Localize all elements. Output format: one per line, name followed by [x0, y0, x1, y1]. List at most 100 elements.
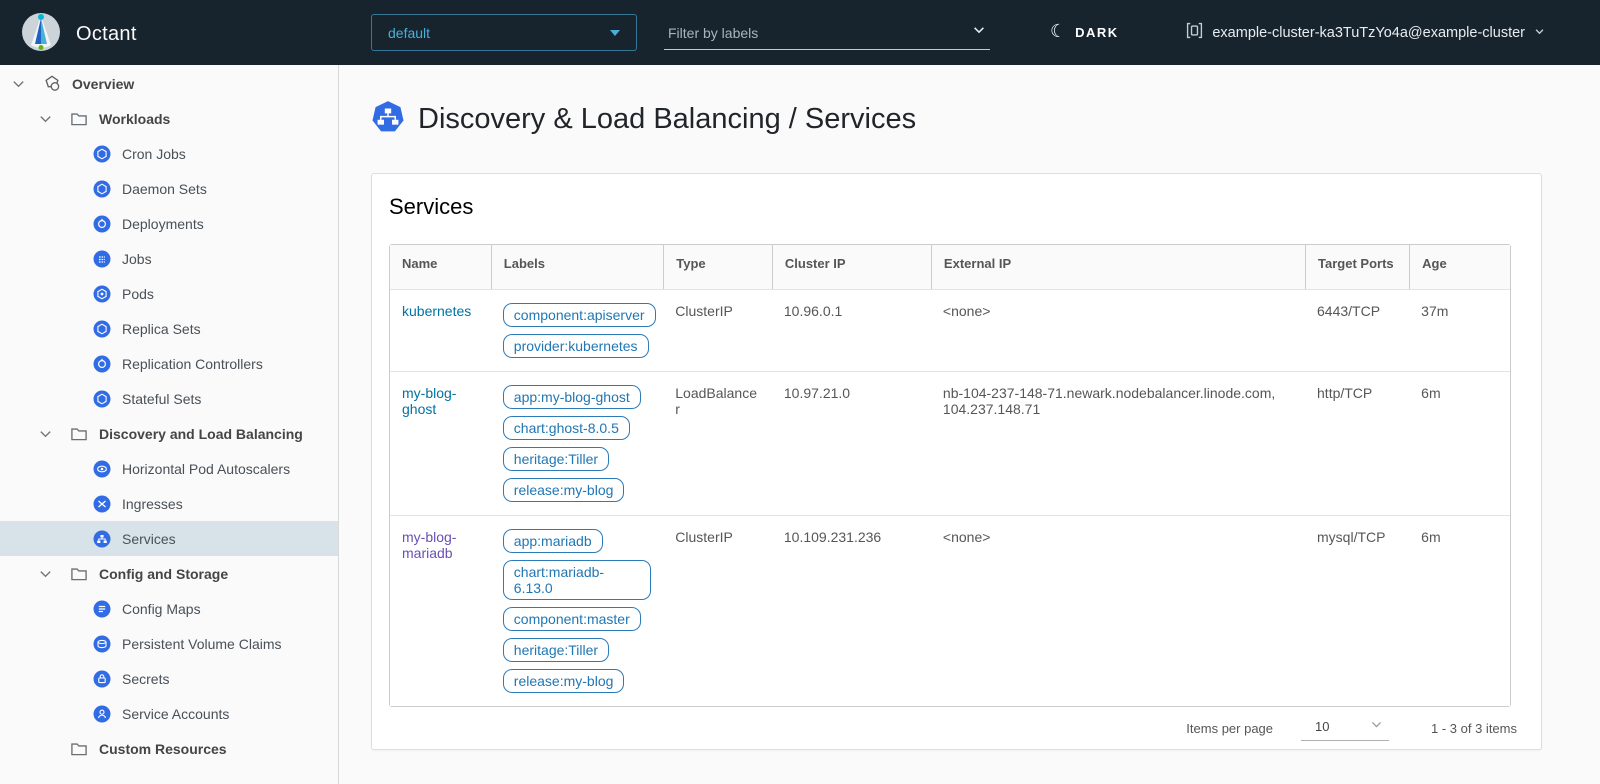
table-row: my-blog-mariadb app:mariadb chart:mariad…	[390, 515, 1510, 706]
label-pill[interactable]: app:mariadb	[503, 529, 603, 553]
cluster-ip-cell: 10.109.231.236	[772, 515, 931, 706]
table-row: my-blog-ghost app:my-blog-ghost chart:gh…	[390, 371, 1510, 515]
sidebar-item-ingresses[interactable]: Ingresses	[0, 486, 338, 521]
label-pill[interactable]: component:master	[503, 607, 641, 631]
services-card: Services Name Labels Type Cluster IP Ext…	[371, 173, 1542, 750]
label-pill[interactable]: heritage:Tiller	[503, 447, 609, 471]
items-per-page-label: Items per page	[1186, 721, 1273, 736]
column-header-age[interactable]: Age	[1409, 245, 1510, 289]
service-link[interactable]: kubernetes	[402, 303, 471, 319]
external-ip-cell: nb-104-237-148-71.newark.nodebalancer.li…	[931, 371, 1305, 515]
sidebar-item-label: Service Accounts	[122, 706, 229, 722]
jobs-icon	[93, 250, 111, 268]
cluster-ip-cell: 10.97.21.0	[772, 371, 931, 515]
sidebar-item-cron-jobs[interactable]: Cron Jobs	[0, 136, 338, 171]
select-chevron-icon	[1370, 718, 1383, 736]
cluster-context-label: example-cluster-ka3TuTzYo4a@example-clus…	[1212, 25, 1525, 41]
age-cell: 6m	[1409, 371, 1510, 515]
sidebar-item-label: Services	[122, 531, 176, 547]
age-cell: 37m	[1409, 289, 1510, 371]
label-pill[interactable]: release:my-blog	[503, 478, 625, 502]
column-header-labels[interactable]: Labels	[491, 245, 663, 289]
namespace-selected-value: default	[388, 25, 430, 41]
secrets-icon	[93, 670, 111, 688]
sidebar-item-label: Secrets	[122, 671, 169, 687]
label-pill[interactable]: chart:ghost-8.0.5	[503, 416, 630, 440]
sidebar-item-stateful-sets[interactable]: Stateful Sets	[0, 381, 338, 416]
folder-icon	[70, 740, 88, 758]
services-table: Name Labels Type Cluster IP External IP …	[389, 244, 1511, 707]
sidebar-item-label: Cron Jobs	[122, 146, 186, 162]
sidebar-item-label: Replication Controllers	[122, 356, 263, 372]
sidebar-item-label: Deployments	[122, 216, 204, 232]
filter-chevron-icon[interactable]	[972, 23, 990, 42]
sidebar-item-jobs[interactable]: Jobs	[0, 241, 338, 276]
sidebar-item-label: Config Maps	[122, 601, 201, 617]
cluster-ip-cell: 10.96.0.1	[772, 289, 931, 371]
target-ports-cell: 6443/TCP	[1305, 289, 1409, 371]
column-header-target-ports[interactable]: Target Ports	[1305, 245, 1409, 289]
service-link[interactable]: my-blog-ghost	[402, 385, 456, 417]
moon-icon: ☾	[1050, 21, 1066, 42]
type-cell: ClusterIP	[663, 515, 772, 706]
cluster-context-selector[interactable]: example-cluster-ka3TuTzYo4a@example-clus…	[1186, 0, 1545, 65]
label-pill[interactable]: chart:mariadb-6.13.0	[503, 560, 651, 600]
sidebar-group-discovery-and-load-balancing[interactable]: Discovery and Load Balancing	[0, 416, 338, 451]
sidebar-item-replica-sets[interactable]: Replica Sets	[0, 311, 338, 346]
label-pill[interactable]: provider:kubernetes	[503, 334, 649, 358]
folder-icon	[70, 565, 88, 583]
label-pill[interactable]: component:apiserver	[503, 303, 656, 327]
column-header-external-ip[interactable]: External IP	[931, 245, 1305, 289]
config-maps-icon	[93, 600, 111, 618]
dark-theme-toggle[interactable]: ☾ DARK	[1050, 0, 1119, 65]
folder-icon	[70, 110, 88, 128]
sidebar-item-config-maps[interactable]: Config Maps	[0, 591, 338, 626]
deployments-icon	[93, 215, 111, 233]
sidebar-item-pods[interactable]: Pods	[0, 276, 338, 311]
replication-controllers-icon	[93, 355, 111, 373]
folder-icon	[70, 425, 88, 443]
external-ip-cell: <none>	[931, 515, 1305, 706]
sidebar-item-label: Workloads	[99, 111, 170, 127]
service-heptagon-icon	[371, 100, 405, 139]
sidebar-group-workloads[interactable]: Workloads	[0, 101, 338, 136]
chevron-down-icon[interactable]	[37, 566, 53, 582]
namespace-dropdown[interactable]: default	[371, 14, 637, 51]
theme-toggle-label: DARK	[1075, 25, 1119, 40]
label-filter-input[interactable]	[664, 25, 972, 41]
column-header-cluster-ip[interactable]: Cluster IP	[772, 245, 931, 289]
chevron-down-icon[interactable]	[37, 426, 53, 442]
overview-icon	[43, 75, 61, 93]
sidebar-item-label: Persistent Volume Claims	[122, 636, 282, 652]
items-per-page-select[interactable]: 10	[1301, 716, 1389, 741]
sidebar-item-label: Custom Resources	[99, 741, 227, 757]
sidebar-item-secrets[interactable]: Secrets	[0, 661, 338, 696]
sidebar-item-services[interactable]: Services	[0, 521, 338, 556]
sidebar-item-service-accounts[interactable]: Service Accounts	[0, 696, 338, 731]
sidebar-item-replication-controllers[interactable]: Replication Controllers	[0, 346, 338, 381]
sidebar-item-persistent-volume-claims[interactable]: Persistent Volume Claims	[0, 626, 338, 661]
table-row: kubernetes component:apiserver provider:…	[390, 289, 1510, 371]
main-content: Discovery & Load Balancing / Services Se…	[339, 65, 1600, 784]
chevron-down-icon[interactable]	[37, 111, 53, 127]
label-pill[interactable]: app:my-blog-ghost	[503, 385, 641, 409]
namespace-caret-icon	[610, 30, 620, 36]
label-filter	[664, 16, 990, 50]
navigation-sidebar: Overview Workloads Cron Jobs Daemon Sets	[0, 65, 339, 784]
sidebar-item-horizontal-pod-autoscalers[interactable]: Horizontal Pod Autoscalers	[0, 451, 338, 486]
sidebar-item-overview[interactable]: Overview	[0, 66, 338, 101]
service-link[interactable]: my-blog-mariadb	[402, 529, 456, 561]
sidebar-item-daemon-sets[interactable]: Daemon Sets	[0, 171, 338, 206]
sidebar-item-deployments[interactable]: Deployments	[0, 206, 338, 241]
target-ports-cell: mysql/TCP	[1305, 515, 1409, 706]
services-icon	[93, 530, 111, 548]
cron-jobs-icon	[93, 145, 111, 163]
column-header-name[interactable]: Name	[390, 245, 491, 289]
sidebar-group-config-and-storage[interactable]: Config and Storage	[0, 556, 338, 591]
ingresses-icon	[93, 495, 111, 513]
chevron-down-icon[interactable]	[10, 76, 26, 92]
sidebar-group-custom-resources[interactable]: Custom Resources	[0, 731, 338, 766]
label-pill[interactable]: heritage:Tiller	[503, 638, 609, 662]
column-header-type[interactable]: Type	[663, 245, 772, 289]
label-pill[interactable]: release:my-blog	[503, 669, 625, 693]
